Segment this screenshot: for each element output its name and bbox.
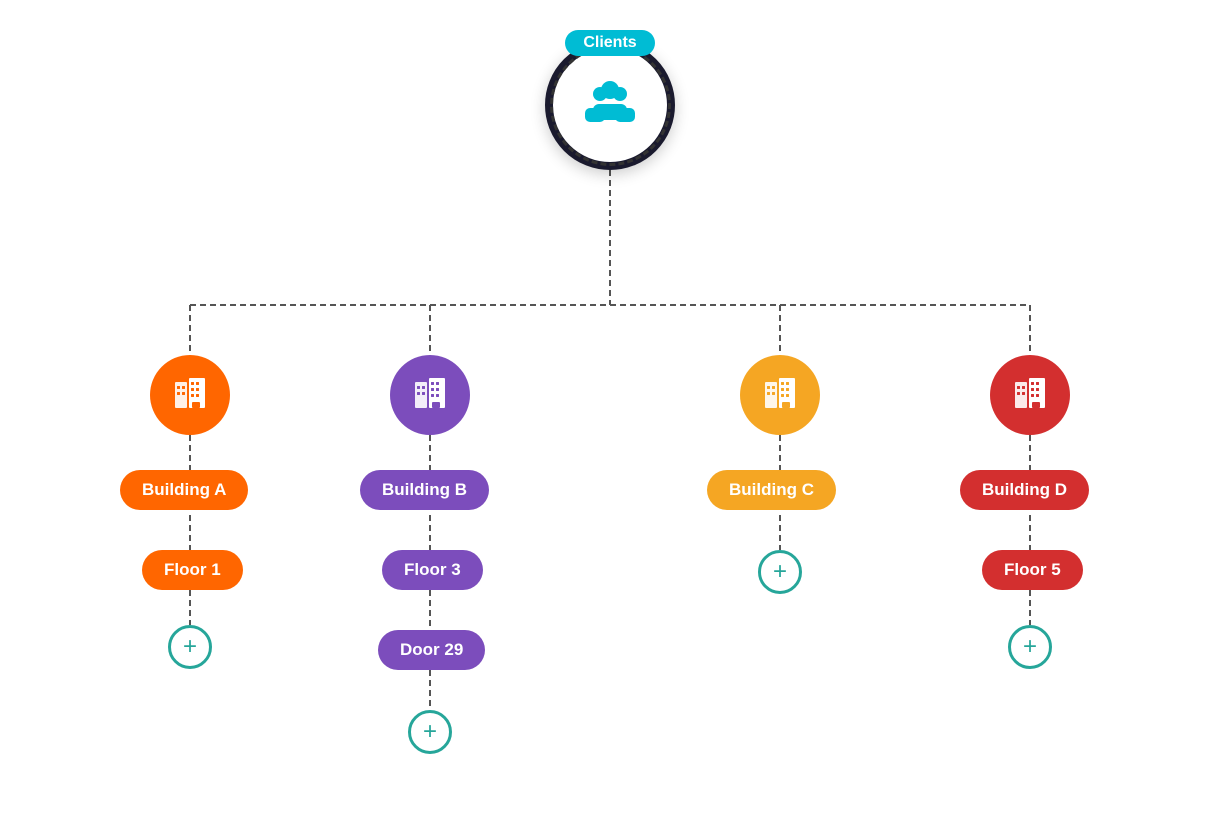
building-d-label-node[interactable]: Building D (960, 470, 1089, 510)
building-c-add-button[interactable]: + (758, 550, 802, 594)
building-a-floor-pill[interactable]: Floor 1 (142, 550, 243, 590)
root-circle: Clients (545, 40, 675, 170)
root-label: Clients (565, 30, 654, 56)
building-a-add-node[interactable]: + (168, 625, 212, 669)
building-d-icon-node (990, 355, 1070, 435)
building-a-svg (167, 372, 213, 418)
building-a-icon (150, 355, 230, 435)
root-node: Clients (545, 40, 675, 170)
building-d-add-node[interactable]: + (1008, 625, 1052, 669)
building-b-label-node[interactable]: Building B (360, 470, 489, 510)
building-b-icon-node (390, 355, 470, 435)
clients-icon (580, 80, 640, 130)
building-a-add-button[interactable]: + (168, 625, 212, 669)
building-c-svg (757, 372, 803, 418)
building-b-svg (407, 372, 453, 418)
tree-container: Clients (60, 25, 1160, 805)
building-d-floor-pill[interactable]: Floor 5 (982, 550, 1083, 590)
building-b-door-node[interactable]: Door 29 (378, 630, 485, 670)
building-c-pill[interactable]: Building C (707, 470, 836, 510)
building-c-icon-node (740, 355, 820, 435)
building-b-add-node[interactable]: + (408, 710, 452, 754)
building-d-icon (990, 355, 1070, 435)
building-b-add-button[interactable]: + (408, 710, 452, 754)
building-d-svg (1007, 372, 1053, 418)
building-c-add-node[interactable]: + (758, 550, 802, 594)
building-d-pill[interactable]: Building D (960, 470, 1089, 510)
building-d-add-button[interactable]: + (1008, 625, 1052, 669)
building-a-icon-node (150, 355, 230, 435)
building-d-floor-node[interactable]: Floor 5 (982, 550, 1083, 590)
building-c-label-node[interactable]: Building C (707, 470, 836, 510)
building-b-floor-pill[interactable]: Floor 3 (382, 550, 483, 590)
building-a-label-node[interactable]: Building A (120, 470, 248, 510)
building-b-floor-node[interactable]: Floor 3 (382, 550, 483, 590)
building-c-icon (740, 355, 820, 435)
building-a-floor-node[interactable]: Floor 1 (142, 550, 243, 590)
building-b-pill[interactable]: Building B (360, 470, 489, 510)
building-b-icon (390, 355, 470, 435)
building-a-pill[interactable]: Building A (120, 470, 248, 510)
building-b-door-pill[interactable]: Door 29 (378, 630, 485, 670)
